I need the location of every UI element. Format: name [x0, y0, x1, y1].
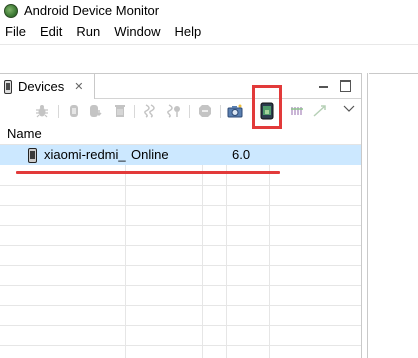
- sash[interactable]: [362, 73, 368, 358]
- update-heap-icon[interactable]: [65, 102, 83, 120]
- dump-hprof-icon[interactable]: [87, 102, 105, 120]
- maximize-icon[interactable]: [338, 79, 352, 93]
- cause-gc-icon[interactable]: [111, 102, 129, 120]
- workspace-divider: [0, 44, 418, 45]
- grid-line: [269, 145, 270, 358]
- grid-line: [226, 145, 227, 358]
- column-header-label: Name: [7, 126, 42, 141]
- grid-line: [125, 145, 126, 358]
- minimize-icon[interactable]: [316, 79, 330, 93]
- grid-line: [202, 145, 203, 358]
- title-bar: Android Device Monitor: [0, 0, 418, 21]
- grid-line: [0, 225, 361, 226]
- right-editor-area: [369, 73, 418, 358]
- android-device-monitor-window: Android Device Monitor File Edit Run Win…: [0, 0, 418, 358]
- view-menu-icon[interactable]: [340, 100, 358, 118]
- menu-bar: File Edit Run Window Help: [0, 21, 418, 41]
- window-title: Android Device Monitor: [24, 3, 160, 18]
- menu-edit[interactable]: Edit: [40, 24, 62, 39]
- column-header-name[interactable]: Name: [0, 123, 361, 145]
- grid-line: [0, 185, 361, 186]
- table-row[interactable]: xiaomi-redmi_ Online 6.0: [0, 145, 361, 165]
- device-name: xiaomi-redmi_: [44, 147, 126, 162]
- close-icon[interactable]: ✕: [74, 80, 83, 93]
- grid-line: [0, 245, 361, 246]
- tab-devices-label: Devices: [18, 79, 65, 94]
- phone-icon: [4, 79, 12, 94]
- systrace-icon[interactable]: [289, 102, 307, 120]
- start-method-profiling-icon[interactable]: [165, 102, 183, 120]
- grid-line: [0, 345, 361, 346]
- device-version: 6.0: [232, 147, 251, 162]
- tab-devices[interactable]: Devices ✕: [0, 74, 95, 99]
- menu-window[interactable]: Window: [114, 24, 160, 39]
- phone-icon: [28, 148, 37, 163]
- menu-file[interactable]: File: [5, 24, 26, 39]
- devices-view-header: Devices ✕: [0, 73, 361, 99]
- update-threads-icon[interactable]: [141, 102, 159, 120]
- screen-capture-icon[interactable]: [226, 102, 244, 120]
- grid-line: [0, 325, 361, 326]
- toolbar-separator: [134, 105, 135, 118]
- menu-run[interactable]: Run: [76, 24, 100, 39]
- grid-line: [0, 285, 361, 286]
- toolbar-separator: [189, 105, 190, 118]
- device-state: Online: [131, 147, 169, 162]
- android-device-monitor-icon: [4, 3, 18, 18]
- grid-line: [0, 205, 361, 206]
- toolbar-separator: [220, 105, 221, 118]
- devices-table: Name xiaomi-redmi_ Online 6.0: [0, 123, 361, 358]
- grid-line: [0, 305, 361, 306]
- annotation-underline: [16, 171, 280, 174]
- dump-view-hierarchy-icon[interactable]: [258, 102, 276, 120]
- toolbar-separator: [58, 105, 59, 118]
- opengl-trace-icon[interactable]: [311, 102, 329, 120]
- devices-view: Devices ✕ Name xiaomi-redmi_ Online 6.0: [0, 73, 362, 358]
- grid-line: [0, 265, 361, 266]
- debug-bug-icon[interactable]: [33, 102, 51, 120]
- stop-process-icon[interactable]: [196, 102, 214, 120]
- menu-help[interactable]: Help: [174, 24, 201, 39]
- devices-toolbar: [0, 99, 361, 123]
